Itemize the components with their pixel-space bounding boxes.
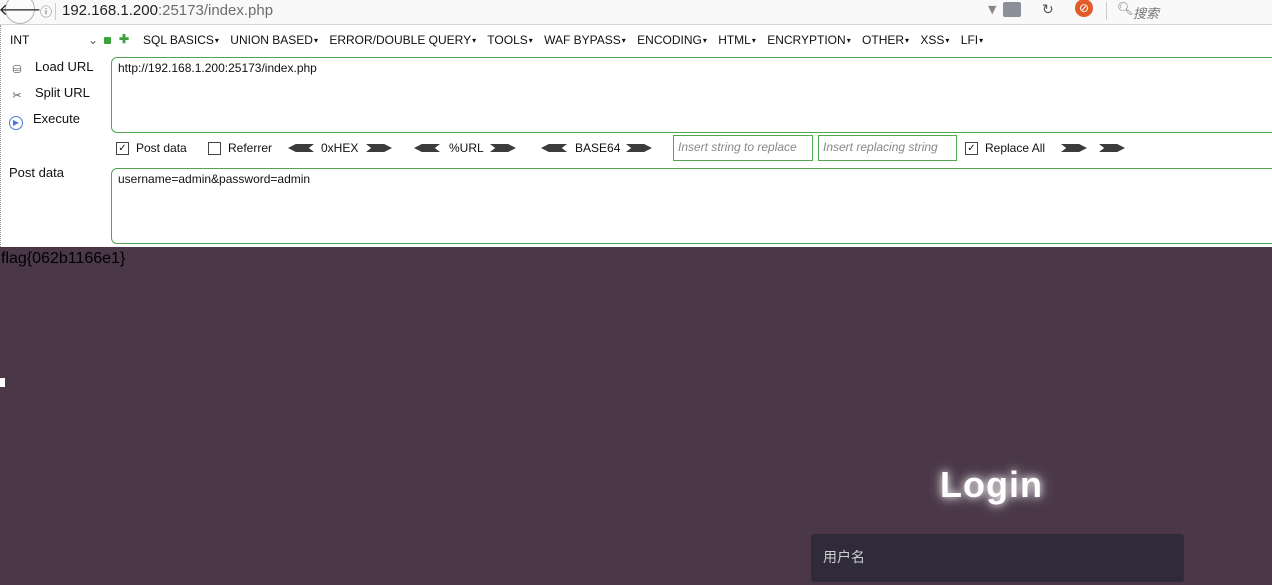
url-textarea[interactable]: http://192.168.1.200:25173/index.php: [111, 57, 1272, 133]
post-data-label: Post data: [9, 165, 64, 180]
referrer-label: Referrer: [228, 141, 273, 155]
url-divider: [55, 3, 56, 20]
minus-icon[interactable]: [104, 37, 111, 44]
replace-all-checkbox[interactable]: ✓: [965, 142, 978, 155]
hex-decode-arrow-icon[interactable]: [288, 144, 314, 152]
hex-encode-arrow-icon[interactable]: [366, 144, 392, 152]
search-divider: [1106, 2, 1107, 20]
hackbar-panel: INT ⌄ ✚ SQL BASICS UNION BASED ERROR/DOU…: [0, 25, 1272, 247]
menu-html[interactable]: HTML: [718, 33, 756, 47]
url-path: :25173/index.php: [157, 2, 274, 19]
menu-union-based[interactable]: UNION BASED: [230, 33, 318, 47]
load-url-label: Load URL: [35, 59, 94, 74]
load-url-button[interactable]: ⛁ Load URL: [9, 59, 94, 77]
play-icon: ▶: [9, 116, 23, 130]
scissors-icon: ✂: [12, 90, 22, 102]
text-cursor: [0, 378, 5, 387]
insert-replacing-input[interactable]: Insert replacing string: [818, 135, 957, 161]
reload-icon[interactable]: ↻: [1042, 2, 1054, 18]
info-icon[interactable]: ⓘ: [40, 3, 52, 20]
url-decode-arrow-icon[interactable]: [414, 144, 440, 152]
replace-next-arrow-icon[interactable]: [1099, 144, 1125, 152]
split-url-button[interactable]: ✂ Split URL: [9, 85, 90, 103]
menu-xss[interactable]: XSS: [920, 33, 949, 47]
menu-other[interactable]: OTHER: [862, 33, 909, 47]
execute-button[interactable]: ▶ Execute: [9, 111, 80, 130]
url-label: %URL: [449, 141, 484, 155]
base64-label: BASE64: [575, 141, 621, 155]
menu-error-double-query[interactable]: ERROR/DOUBLE QUERY: [329, 33, 476, 47]
referrer-checkbox[interactable]: [208, 142, 221, 155]
load-icon: ⛁: [12, 64, 22, 76]
url-encode-arrow-icon[interactable]: [490, 144, 516, 152]
page-content: flag{062b1166e1} Login 用户名: [0, 247, 1272, 585]
hackbar-menu: INT ⌄ ✚ SQL BASICS UNION BASED ERROR/DOU…: [1, 32, 1272, 51]
back-button[interactable]: 🡐: [0, 0, 41, 24]
post-data-textarea[interactable]: username=admin&password=admin: [111, 168, 1272, 244]
url-field[interactable]: 192.168.1.200:25173/index.php: [62, 2, 273, 19]
flag-text: flag{062b1166e1}: [1, 250, 126, 267]
menu-lfi[interactable]: LFI: [961, 33, 983, 47]
insert-replace-input[interactable]: Insert string to replace: [673, 135, 813, 161]
menu-encryption[interactable]: ENCRYPTION: [767, 33, 850, 47]
menu-encoding[interactable]: ENCODING: [637, 33, 707, 47]
menu-waf-bypass[interactable]: WAF BYPASS: [544, 33, 626, 47]
computer-icon[interactable]: [1003, 2, 1021, 17]
menu-items: SQL BASICS UNION BASED ERROR/DOUBLE QUER…: [143, 33, 991, 47]
replace-all-label: Replace All: [985, 141, 1046, 155]
chevron-down-icon[interactable]: ⌄: [88, 33, 98, 47]
post-data-cb-label: Post data: [136, 141, 187, 155]
url-host: 192.168.1.200: [62, 2, 158, 19]
replace-arrow-icon[interactable]: [1061, 144, 1087, 152]
post-data-checkbox[interactable]: ✓: [116, 142, 129, 155]
hex-label: 0xHEX: [321, 141, 359, 155]
login-title: Login: [940, 464, 1043, 505]
plus-icon[interactable]: ✚: [119, 32, 129, 46]
username-input[interactable]: 用户名: [811, 534, 1184, 582]
execute-label: Execute: [33, 111, 80, 126]
split-url-label: Split URL: [35, 85, 90, 100]
menu-sql-basics[interactable]: SQL BASICS: [143, 33, 219, 47]
base64-encode-arrow-icon[interactable]: [626, 144, 652, 152]
dropdown-arrow-icon[interactable]: ▼: [988, 3, 996, 16]
base64-decode-arrow-icon[interactable]: [541, 144, 567, 152]
search-input[interactable]: 搜索: [1133, 3, 1159, 22]
address-bar: 🡐 ⓘ 192.168.1.200:25173/index.php ▼ ↻ ⊘ …: [0, 0, 1272, 25]
block-icon[interactable]: ⊘: [1075, 0, 1093, 17]
int-select[interactable]: INT: [10, 33, 29, 47]
search-icon: 🔍︎: [1117, 2, 1134, 17]
menu-tools[interactable]: TOOLS: [487, 33, 532, 47]
